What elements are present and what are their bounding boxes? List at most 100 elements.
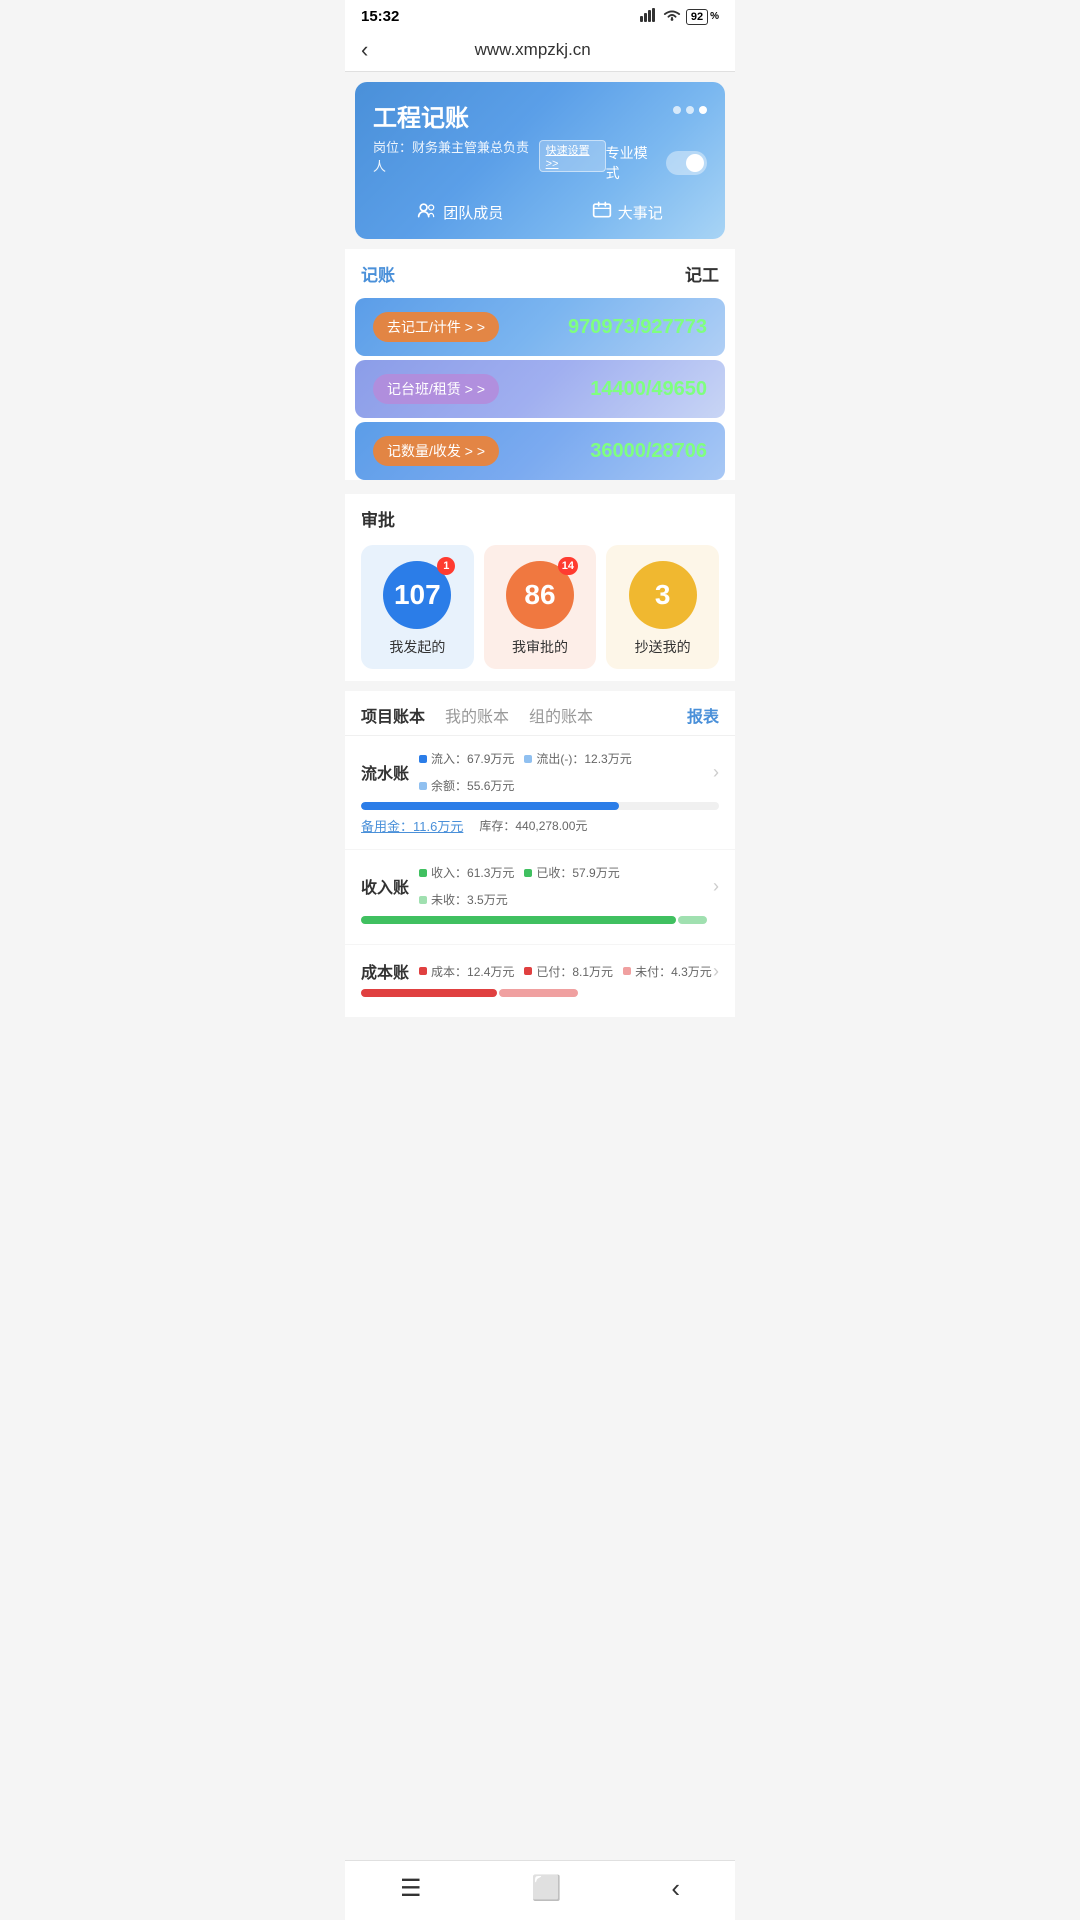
approval-card-cc[interactable]: 3 抄送我的 [606,545,719,669]
cost-unpaid-dot [623,967,631,975]
work-record-button-2[interactable]: 记台班/租赁 > > [373,374,499,404]
work-record-button-1[interactable]: 去记工/计件 > > [373,312,499,342]
approval-section: 审批 107 1 我发起的 86 14 我审批的 3 [345,494,735,681]
status-right: 92 % [640,8,719,25]
approval-card-initiated[interactable]: 107 1 我发起的 [361,545,474,669]
team-members-button[interactable]: 团队成员 [417,201,503,223]
carousel-dots [673,98,707,114]
approval-circle-2: 86 14 [506,561,574,629]
approval-title: 审批 [361,506,719,531]
quick-set-button[interactable]: 快速设置>> [539,140,606,172]
approval-label-3: 抄送我的 [635,637,691,657]
income-chevron: › [713,876,719,897]
cost-progress [361,989,719,997]
income-progress [361,916,719,924]
browser-bar: ‹ www.xmpzkj.cn [345,29,735,72]
tab-project-book[interactable]: 项目账本 [361,703,425,727]
header-subtitle: 岗位：财务兼主管兼总负责人 快速设置>> [373,137,606,175]
header-card: 工程记账 岗位：财务兼主管兼总负责人 快速设置>> 专业模式 [355,82,725,239]
cost-paid-bar [361,989,497,997]
report-button[interactable]: 报表 [687,703,719,727]
team-icon [417,201,437,223]
work-record-title: 记工 [685,261,719,286]
milestone-icon [592,201,612,223]
income-unreceived: 未收：3.5万元 [419,891,508,908]
nav-menu-button[interactable]: ☰ [400,1874,422,1903]
cashflow-progress-bar [361,802,619,810]
cost-total-dot [419,967,427,975]
pro-mode-toggle[interactable] [666,151,707,175]
work-card-value-2: 14400/49650 [590,378,707,401]
cashflow-inflow: 流入：67.9万元 [419,750,514,767]
approval-label-2: 我审批的 [512,637,568,657]
approval-card-reviewing[interactable]: 86 14 我审批的 [484,545,597,669]
cost-unpaid: 未付：4.3万元 [623,963,712,980]
approval-circle-3: 3 [629,561,697,629]
cost-stats: 成本：12.4万元 已付：8.1万元 未付：4.3万元 [419,963,713,980]
inventory-text: 库存：440,278.00元 [479,817,587,834]
approval-circle-1: 107 1 [383,561,451,629]
cashflow-footer: 备用金：11.6万元 库存：440,278.00元 [361,816,719,835]
ledger-title: 记账 [361,261,395,286]
battery-icon: 92 % [686,9,719,25]
balance-dot [419,782,427,790]
badge-2: 14 [558,557,578,575]
income-unreceived-dot [419,896,427,904]
browser-back-button[interactable]: ‹ [361,37,368,63]
income-total: 收入：61.3万元 [419,864,514,881]
cashflow-account-item[interactable]: 流水账 流入：67.9万元 流出(-)：12.3万元 余额：55.6万元 [345,736,735,850]
cashflow-balance: 余额：55.6万元 [419,777,514,794]
income-account-item[interactable]: 收入账 收入：61.3万元 已收：57.9万元 未收：3.5万元 [345,850,735,945]
approval-label-1: 我发起的 [389,637,445,657]
tab-group-book[interactable]: 组的账本 [529,703,593,727]
wifi-icon [663,8,681,25]
cost-paid: 已付：8.1万元 [524,963,613,980]
cost-unpaid-bar [499,989,578,997]
account-tabs: 项目账本 我的账本 组的账本 报表 [345,691,735,736]
cost-paid-dot [524,967,532,975]
badge-1: 1 [437,557,455,575]
cost-title: 成本账 [361,959,409,983]
account-section: 项目账本 我的账本 组的账本 报表 流水账 流入：67.9万元 流出(-)：12… [345,691,735,1017]
work-card-1: 去记工/计件 > > 970973/927773 [355,298,725,356]
dot-1 [673,106,681,114]
status-time: 15:32 [361,8,399,25]
income-received: 已收：57.9万元 [524,864,619,881]
income-unreceived-bar [678,916,707,924]
nav-back-button[interactable]: ‹ [671,1873,680,1904]
main-content: 工程记账 岗位：财务兼主管兼总负责人 快速设置>> 专业模式 [345,82,735,1097]
cashflow-title: 流水账 [361,760,409,784]
nav-home-button[interactable]: ⬜ [531,1874,561,1903]
milestone-button[interactable]: 大事记 [592,201,663,223]
income-title: 收入账 [361,874,409,898]
inflow-dot [419,755,427,763]
header-title: 工程记账 [373,98,469,133]
cashflow-progress [361,802,719,810]
tab-my-book[interactable]: 我的账本 [445,703,509,727]
approval-cards: 107 1 我发起的 86 14 我审批的 3 抄送我的 [361,545,719,669]
dot-2 [686,106,694,114]
ledger-section: 记账 记工 去记工/计件 > > 970973/927773 记台班/租赁 > … [345,249,735,480]
cost-chevron: › [713,961,719,982]
petty-cash-link[interactable]: 备用金：11.6万元 [361,816,463,835]
bottom-nav: ☰ ⬜ ‹ [345,1860,735,1920]
header-actions: 团队成员 大事记 [373,201,707,223]
cost-total: 成本：12.4万元 [419,963,514,980]
cost-account-item[interactable]: 成本账 成本：12.4万元 已付：8.1万元 未付：4.3万元 › [345,945,735,1017]
work-card-value-1: 970973/927773 [568,316,707,339]
dot-3 [699,106,707,114]
cashflow-chevron: › [713,762,719,783]
work-card-value-3: 36000/28706 [590,440,707,463]
browser-url: www.xmpzkj.cn [380,40,685,60]
income-received-bar [361,916,676,924]
work-card-2: 记台班/租赁 > > 14400/49650 [355,360,725,418]
work-record-button-3[interactable]: 记数量/收发 > > [373,436,499,466]
ledger-section-header: 记账 记工 [345,249,735,294]
status-bar: 15:32 92 % [345,0,735,29]
cashflow-stats: 流入：67.9万元 流出(-)：12.3万元 余额：55.6万元 [419,750,713,794]
signal-icon [640,8,658,25]
work-card-3: 记数量/收发 > > 36000/28706 [355,422,725,480]
cashflow-outflow: 流出(-)：12.3万元 [524,750,631,767]
pro-mode-row: 专业模式 [606,143,707,183]
income-received-dot [524,869,532,877]
